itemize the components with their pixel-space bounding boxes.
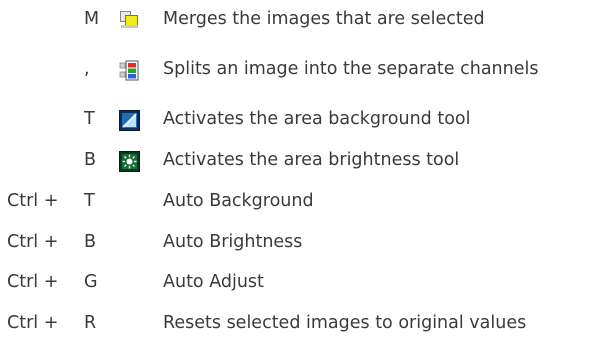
shortcut-description: Auto Background: [163, 191, 314, 211]
shortcut-description: Merges the images that are selected: [163, 9, 485, 29]
shortcut-modifier: Ctrl +: [7, 191, 59, 211]
shortcut-description: Activates the area brightness tool: [163, 150, 460, 170]
shortcut-row-area-background: T Activates the area background tool: [0, 105, 601, 135]
shortcut-row-area-brightness: B Activates the area brightness tool: [0, 146, 601, 176]
shortcut-key: T: [84, 191, 95, 211]
shortcut-key: B: [84, 232, 97, 252]
shortcut-description: Activates the area background tool: [163, 109, 471, 129]
shortcut-row-auto-background: Ctrl + T Auto Background: [0, 187, 601, 217]
shortcut-modifier: Ctrl +: [7, 232, 59, 252]
shortcut-row-auto-brightness: Ctrl + B Auto Brightness: [0, 228, 601, 258]
shortcut-description: Auto Brightness: [163, 232, 303, 252]
shortcut-row-reset-images: Ctrl + R Resets selected images to origi…: [0, 309, 601, 339]
shortcut-description: Resets selected images to original value…: [163, 313, 527, 333]
area-brightness-icon: [119, 151, 140, 172]
shortcut-modifier: Ctrl +: [7, 272, 59, 292]
shortcut-key: B: [84, 150, 97, 170]
shortcut-key: R: [84, 313, 97, 333]
shortcut-key: ,: [84, 59, 90, 79]
shortcut-row-auto-adjust: Ctrl + G Auto Adjust: [0, 268, 601, 298]
shortcut-modifier: Ctrl +: [7, 313, 59, 333]
split-channels-icon: [119, 60, 140, 81]
shortcut-key: T: [84, 109, 95, 129]
area-background-icon: [119, 110, 140, 131]
shortcut-row-split-channels: , Splits an image into the separate chan…: [0, 55, 601, 85]
shortcut-key: M: [84, 9, 100, 29]
shortcut-key: G: [84, 272, 98, 292]
shortcut-row-merge: M Merges the images that are selected: [0, 5, 601, 35]
shortcut-list: M Merges the images that are selected , …: [0, 0, 601, 352]
merge-icon: [119, 10, 140, 31]
shortcut-description: Auto Adjust: [163, 272, 264, 292]
shortcut-description: Splits an image into the separate channe…: [163, 59, 539, 79]
